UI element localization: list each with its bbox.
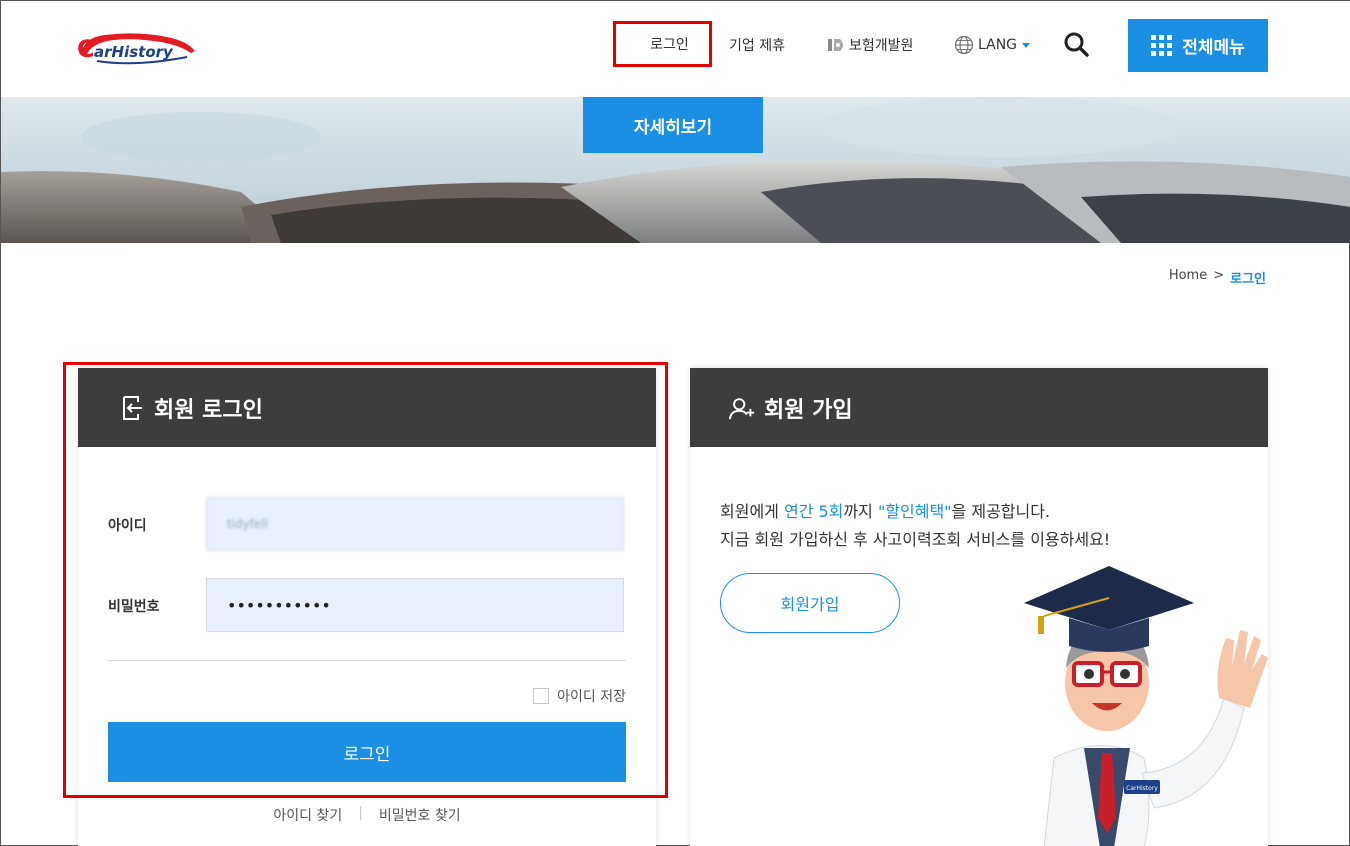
carhistory-logo[interactable]: C arHistory bbox=[75, 27, 199, 69]
join-panel-title: 회원 가입 bbox=[764, 397, 853, 423]
kidi-logo-icon bbox=[828, 39, 843, 51]
login-arrow-icon bbox=[123, 395, 142, 420]
svg-text:arHistory: arHistory bbox=[94, 43, 174, 61]
nav-kidi-label: 보험개발원 bbox=[849, 38, 914, 54]
save-id-option[interactable]: 아이디 저장 bbox=[533, 686, 626, 706]
join-text-highlight-count: 연간 5회 bbox=[783, 502, 844, 521]
breadcrumb-home[interactable]: Home bbox=[1169, 268, 1207, 287]
join-text-highlight-discount: "할인혜택" bbox=[877, 502, 952, 521]
join-description-line2: 지금 회원 가입하신 후 사고이력조회 서비스를 이용하세요! bbox=[720, 530, 1111, 549]
find-links: 아이디 찾기 | 비밀번호 찾기 bbox=[78, 805, 656, 825]
join-text-mid: 까지 bbox=[843, 502, 878, 521]
breadcrumb: Home > 로그인 bbox=[1169, 268, 1266, 287]
svg-text:C: C bbox=[77, 35, 95, 63]
mascot-illustration: CarHistory bbox=[1024, 566, 1268, 846]
login-submit-button[interactable]: 로그인 bbox=[108, 722, 626, 782]
id-label: 아이디 bbox=[108, 518, 147, 534]
all-menu-label: 전체메뉴 bbox=[1182, 38, 1245, 58]
breadcrumb-current: 로그인 bbox=[1230, 272, 1266, 287]
save-id-label: 아이디 저장 bbox=[557, 689, 626, 705]
join-button[interactable]: 회원가입 bbox=[720, 573, 900, 633]
globe-icon bbox=[954, 35, 974, 55]
search-icon[interactable] bbox=[1061, 29, 1093, 61]
detail-button[interactable]: 자세히보기 bbox=[583, 97, 763, 153]
join-description: 회원에게 연간 5회까지 "할인혜택"을 제공합니다. 지금 회원 가입하신 후… bbox=[720, 498, 1110, 554]
all-menu-button[interactable]: 전체메뉴 bbox=[1128, 19, 1268, 72]
join-panel-header: 회원 가입 bbox=[690, 368, 1268, 447]
find-links-separator: | bbox=[358, 805, 363, 821]
nav-login-label: 로그인 bbox=[650, 37, 689, 53]
form-divider bbox=[108, 660, 626, 661]
password-input[interactable]: ••••••••••• bbox=[206, 578, 624, 632]
save-id-checkbox[interactable] bbox=[533, 688, 550, 704]
nav-kidi-link[interactable]: 보험개발원 bbox=[827, 35, 913, 55]
site-header: C arHistory 로그인 기업 제휴 보험개발원 LANG 전체메뉴 bbox=[1, 1, 1350, 97]
login-panel: 회원 로그인 아이디 tidyfell 비밀번호 ••••••••••• 아이디… bbox=[78, 368, 656, 846]
caret-down-icon bbox=[1022, 42, 1031, 48]
join-text-post: 을 제공합니다. bbox=[951, 502, 1051, 521]
password-label: 비밀번호 bbox=[108, 599, 160, 615]
join-text-pre: 회원에게 bbox=[720, 502, 784, 521]
join-panel: 회원 가입 회원에게 연간 5회까지 "할인혜택"을 제공합니다. 지금 회원 … bbox=[690, 368, 1268, 846]
join-description-line1: 회원에게 연간 5회까지 "할인혜택"을 제공합니다. bbox=[720, 498, 1110, 526]
mascot-badge-text: CarHistory bbox=[1126, 785, 1158, 792]
grid-icon bbox=[1151, 35, 1173, 56]
find-password-link[interactable]: 비밀번호 찾기 bbox=[379, 805, 461, 825]
id-input[interactable]: tidyfell bbox=[206, 497, 624, 551]
breadcrumb-separator: > bbox=[1213, 268, 1225, 283]
nav-partner-link[interactable]: 기업 제휴 bbox=[729, 35, 785, 55]
lang-selector[interactable]: LANG bbox=[954, 35, 1031, 55]
lang-label: LANG bbox=[978, 37, 1018, 53]
find-id-link[interactable]: 아이디 찾기 bbox=[273, 805, 342, 825]
user-plus-icon bbox=[728, 397, 755, 419]
nav-login-link[interactable]: 로그인 bbox=[613, 21, 712, 67]
login-panel-title: 회원 로그인 bbox=[154, 397, 263, 423]
login-panel-header: 회원 로그인 bbox=[78, 368, 656, 447]
